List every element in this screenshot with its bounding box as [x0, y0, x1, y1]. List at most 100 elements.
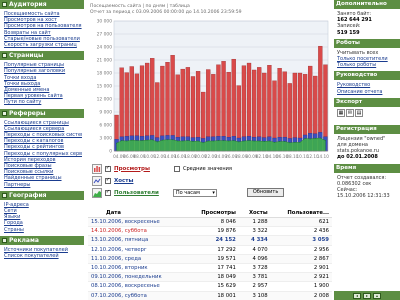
users-point: [314, 137, 316, 139]
page: Аудитория Посещаемость сайта Просмотров на…: [0, 0, 400, 300]
hosts-label[interactable]: Хосты: [114, 178, 133, 184]
left-section-title: Рефереры: [9, 109, 46, 117]
period-select[interactable]: По часам: [172, 188, 217, 197]
cell-hosts: 3 108: [238, 291, 271, 300]
cell-views: 19 571: [186, 254, 239, 264]
right-text: 519 159: [337, 29, 360, 36]
cell-hosts: 4 070: [238, 245, 271, 255]
views-label[interactable]: Просмотры: [114, 166, 150, 172]
left-nav-link[interactable]: Просмотров на пользователя: [4, 23, 82, 29]
cell-date[interactable]: 14.10.2006, суббота: [88, 226, 187, 237]
cell-views: 18 049: [186, 272, 239, 283]
footer-nav-icon[interactable]: ▴: [373, 292, 381, 299]
users-point: [238, 141, 240, 143]
cell-views: 15 629: [186, 281, 239, 292]
left-nav-link[interactable]: Пути по сайту: [4, 99, 82, 105]
cell-hosts: 2 957: [238, 281, 271, 292]
cell-date[interactable]: 11.10.2006, среда: [88, 254, 187, 264]
hosts-checkbox[interactable]: ✓: [105, 177, 111, 184]
users-point: [294, 141, 296, 143]
cell-users: 2 901: [270, 263, 332, 274]
left-section-header: Рефереры: [0, 108, 84, 118]
users-point: [309, 138, 311, 140]
cell-date[interactable]: 09.10.2006, понедельник: [88, 272, 187, 283]
cell-hosts: 4 334: [238, 235, 271, 246]
left-nav-link[interactable]: Список покупателей: [4, 253, 82, 259]
users-point: [177, 140, 179, 142]
y-tick-label: 3 000: [99, 136, 112, 142]
right-section-header: Регистрация: [334, 124, 400, 134]
y-tick-label: 0: [109, 149, 112, 155]
cell-date[interactable]: 10.10.2006, вторник: [88, 263, 187, 274]
footer-nav-icon[interactable]: ▸: [363, 292, 371, 299]
left-section-links: IP-адреса Сети Языки Города Страны: [0, 200, 84, 236]
cell-date[interactable]: 08.10.2006, воскресенье: [88, 281, 187, 292]
users-point: [279, 140, 281, 142]
area-chart-icon[interactable]: [92, 187, 102, 198]
users-point: [197, 140, 199, 142]
right-link[interactable]: Только роботы: [337, 62, 398, 68]
line-chart-icon[interactable]: [92, 175, 102, 186]
users-point: [131, 139, 133, 141]
right-sidebar: Дополнительно Занято байт: 162 644 291 Запи…: [334, 0, 400, 300]
legend-users: ✓ Пользователи По часам Обновить: [92, 187, 285, 198]
left-sidebar: Аудитория Посещаемость сайта Просмотров на…: [0, 0, 84, 300]
cell-users: 2 956: [270, 245, 332, 255]
breadcrumb: Посещаемость сайта | по дням | таблица: [90, 4, 190, 9]
users-point: [284, 140, 286, 142]
bar-chart-icon[interactable]: [92, 163, 102, 174]
export-format-icon[interactable]: ▤: [355, 108, 363, 117]
table-row: 07.10.2006, суббота 18 001 3 108 2 008: [88, 291, 332, 300]
y-tick-label: 9 000: [99, 110, 112, 116]
users-point: [207, 140, 209, 142]
users-point: [304, 137, 306, 139]
table-header-row: Дата Просмотры Хосты Пользовате...: [88, 209, 332, 218]
right-section-body: Занято байт: 162 644 291 Записей: 519 159: [334, 9, 400, 39]
chart-legend: ✓ Просмотры Средние значения ✓ Хосты ✓ П…: [92, 163, 328, 209]
cell-views: 19 876: [186, 226, 239, 237]
cell-users: 2 008: [270, 291, 332, 300]
right-section-body: Руководство Описание отчета: [334, 80, 400, 97]
cell-date[interactable]: 13.10.2006, пятница: [88, 235, 187, 246]
users-label[interactable]: Пользователи: [114, 190, 159, 196]
cell-hosts: 3 728: [238, 263, 271, 274]
averages-checkbox[interactable]: [173, 165, 180, 172]
col-users[interactable]: Пользовате...: [270, 209, 332, 218]
users-point: [126, 140, 128, 142]
users-point: [258, 140, 260, 142]
left-section-links: Посещаемость сайта Просмотров на хост Прос…: [0, 9, 84, 51]
left-section-header: География: [0, 190, 84, 200]
footer-bar: ◂ ▸ ▴: [334, 291, 400, 300]
left-nav-link[interactable]: Скорость загрузки страниц: [4, 42, 82, 48]
y-tick-label: 18 000: [97, 71, 113, 77]
views-checkbox[interactable]: ✓: [105, 165, 111, 172]
cell-date[interactable]: 15.10.2006, воскресенье: [88, 217, 187, 228]
cell-views: 24 152: [186, 235, 239, 246]
cell-date[interactable]: 12.10.2006, четверг: [88, 245, 187, 255]
right-section-header: Руководство: [334, 71, 400, 81]
users-checkbox[interactable]: ✓: [105, 189, 111, 196]
users-point: [299, 141, 301, 143]
left-nav-link[interactable]: Страны: [4, 227, 82, 233]
export-format-icon[interactable]: ✉: [346, 108, 354, 117]
col-views[interactable]: Просмотры: [186, 209, 239, 218]
cell-hosts: 3 781: [238, 272, 271, 283]
col-hosts[interactable]: Хосты: [238, 209, 271, 218]
legend-views: ✓ Просмотры Средние значения: [92, 163, 232, 174]
export-format-icon[interactable]: ▦: [337, 108, 345, 117]
left-nav-link[interactable]: Переходы с популярных серверов: [4, 151, 82, 157]
cell-users: 2 921: [270, 272, 332, 283]
refresh-button[interactable]: Обновить: [246, 188, 285, 197]
section-marker-icon: [2, 2, 7, 7]
y-tick-label: 21 000: [97, 58, 113, 64]
right-link[interactable]: Описание отчета: [337, 89, 398, 95]
table-row: 11.10.2006, среда 19 571 4 096 2 867: [88, 254, 332, 264]
left-section-links: Ссылающиеся страницы Ссылающиеся сервера П…: [0, 118, 84, 191]
stats-table: Дата Просмотры Хосты Пользовате... 15.10…: [88, 209, 332, 300]
col-date[interactable]: Дата: [88, 209, 187, 218]
table-row: 14.10.2006, суббота 19 876 3 322 2 436: [88, 226, 332, 237]
cell-date[interactable]: 07.10.2006, суббота: [88, 291, 187, 300]
cell-views: 17 741: [186, 263, 239, 274]
left-nav-link[interactable]: Партнеры: [4, 182, 82, 188]
footer-nav-icon[interactable]: ◂: [353, 292, 361, 299]
